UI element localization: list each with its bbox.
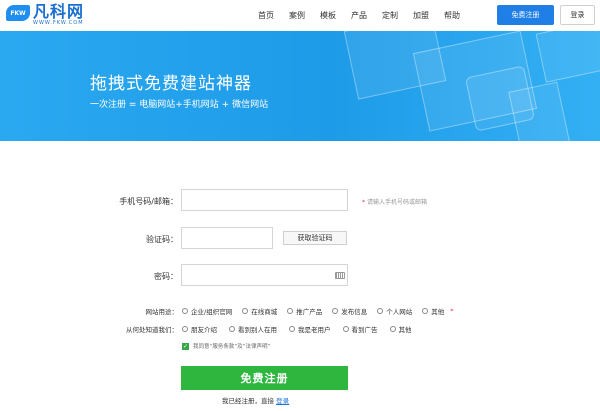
radio-icon [229, 326, 235, 332]
agree-checkbox[interactable]: ✓ [182, 342, 189, 350]
phone-email-input[interactable] [181, 189, 348, 211]
phone-hint: * 请输入手机号码或邮箱 [362, 199, 428, 206]
top-header: FKW 凡科网 WWW.FKW.COM 首页 案例 模板 产品 定制 加盟 帮助… [0, 0, 600, 31]
site-logo[interactable]: FKW 凡科网 WWW.FKW.COM [6, 3, 84, 26]
banner-title: 拖拽式免费建站神器 [90, 74, 252, 94]
main-nav: 首页 案例 模板 产品 定制 加盟 帮助 [258, 10, 475, 21]
source-option-other[interactable]: 其他 [389, 324, 412, 334]
radio-icon [422, 308, 429, 314]
logo-url: WWW.FKW.COM [33, 20, 84, 26]
radio-icon [332, 308, 339, 314]
purpose-option-shop[interactable]: 在线商城 [242, 306, 277, 316]
hero-banner: 拖拽式免费建站神器 一次注册 = 电脑网站+手机网站 + 微信网站 [0, 31, 600, 141]
purpose-option-other[interactable]: 其他 [422, 306, 444, 316]
banner-decoration [508, 81, 572, 141]
password-input[interactable] [181, 264, 348, 286]
purpose-option-info[interactable]: 发布信息 [332, 306, 367, 316]
verification-code-input[interactable] [181, 227, 273, 249]
logo-name: 凡科网 [33, 2, 85, 21]
purpose-option-promo[interactable]: 推广产品 [287, 306, 322, 316]
radio-icon [289, 326, 295, 332]
code-label: 验证码： [146, 235, 178, 244]
purpose-label: 网站用途： [145, 308, 179, 316]
nav-templates[interactable]: 模板 [320, 10, 336, 21]
purpose-option-corporate[interactable]: 企业/组织官网 [182, 306, 232, 316]
nav-products[interactable]: 产品 [351, 10, 367, 21]
banner-subtitle: 一次注册 = 电脑网站+手机网站 + 微信网站 [90, 100, 269, 110]
radio-icon [182, 308, 188, 314]
login-prompt: 我已经注册，直接 登录 [222, 397, 290, 405]
required-mark: * [450, 307, 454, 315]
radio-icon [242, 308, 249, 314]
password-label: 密码： [154, 272, 178, 281]
source-option-ad[interactable]: 看到广告 [342, 324, 378, 334]
source-label: 从何处知道我们： [126, 326, 178, 334]
source-option-friend[interactable]: 朋友介绍 [182, 324, 217, 334]
purpose-row: 网站用途： 企业/组织官网 在线商城 推广产品 发布信息 个人网站 其他 * [116, 306, 454, 316]
radio-icon [342, 326, 349, 332]
header-register-button[interactable]: 免费注册 [497, 5, 554, 25]
nav-cases[interactable]: 案例 [289, 10, 305, 21]
radio-icon [182, 326, 188, 332]
login-link[interactable]: 登录 [276, 397, 289, 405]
nav-franchise[interactable]: 加盟 [413, 10, 429, 21]
radio-icon [389, 326, 396, 332]
agreement-text[interactable]: 我同意“服务条款”及“法律声明” [193, 342, 270, 350]
nav-custom[interactable]: 定制 [382, 10, 398, 21]
source-option-others-using[interactable]: 看到别人在用 [229, 324, 277, 334]
radio-icon [377, 308, 384, 314]
phone-label: 手机号码/邮箱： [119, 197, 178, 206]
agreement-row: ✓ 我同意“服务条款”及“法律声明” [182, 342, 270, 350]
nav-help[interactable]: 帮助 [444, 10, 460, 21]
source-row: 从何处知道我们： 朋友介绍 看到别人在用 我是老用户 看到广告 其他 [116, 324, 412, 334]
source-option-old-user[interactable]: 我是老用户 [289, 324, 331, 334]
get-code-button[interactable]: 获取验证码 [283, 231, 347, 245]
radio-icon [287, 308, 294, 314]
keyboard-icon[interactable] [335, 272, 345, 279]
nav-home[interactable]: 首页 [258, 10, 274, 21]
header-login-button[interactable]: 登录 [560, 5, 595, 25]
banner-decoration [535, 31, 600, 83]
submit-register-button[interactable]: 免费注册 [181, 366, 348, 390]
logo-badge: FKW [6, 5, 30, 21]
purpose-option-personal[interactable]: 个人网站 [377, 306, 412, 316]
